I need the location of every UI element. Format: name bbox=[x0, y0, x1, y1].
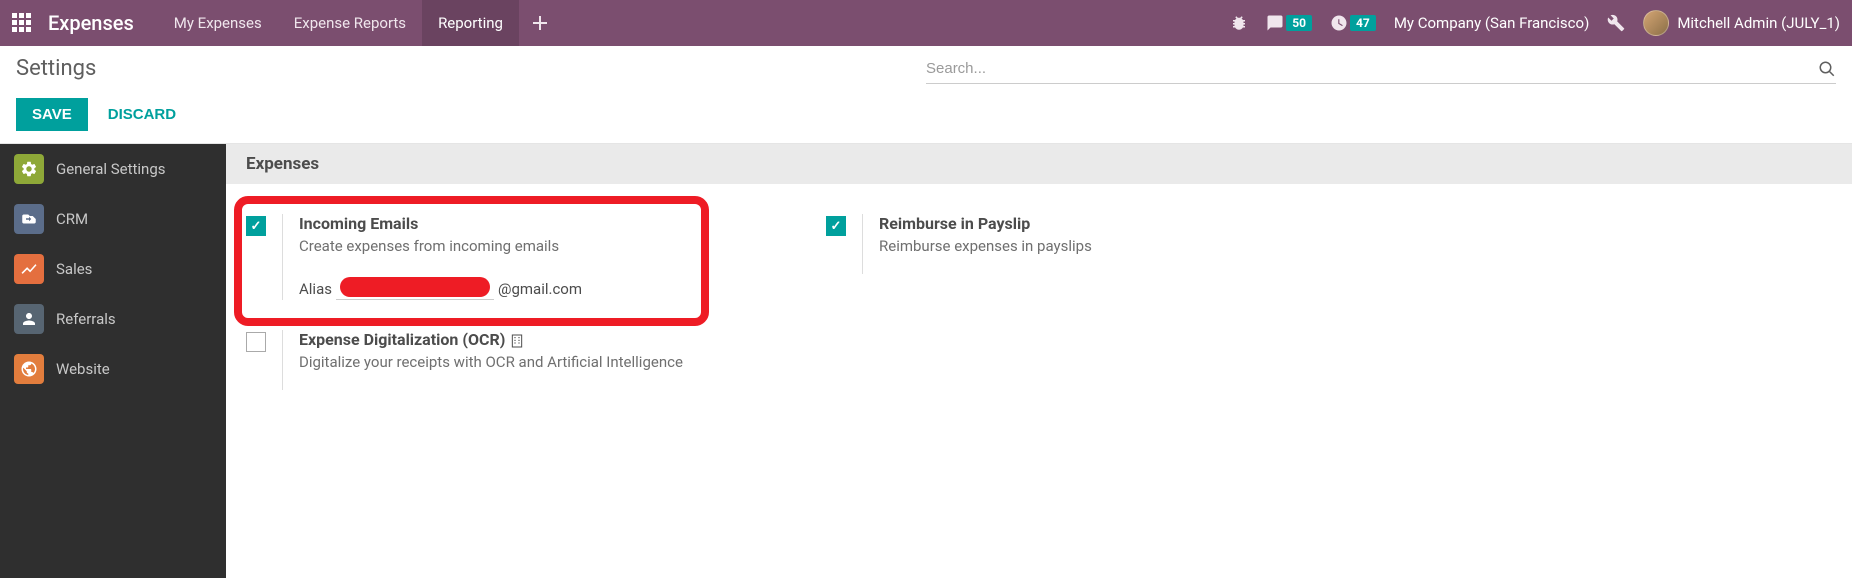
sidebar-item-label: Referrals bbox=[56, 310, 116, 328]
redacted-alias bbox=[340, 277, 490, 297]
divider bbox=[282, 214, 283, 300]
chart-icon bbox=[14, 254, 44, 284]
sidebar-item-crm[interactable]: CRM bbox=[0, 194, 226, 244]
sidebar-item-label: Website bbox=[56, 360, 110, 378]
save-button[interactable]: SAVE bbox=[16, 98, 88, 131]
navbar-right: 50 47 My Company (San Francisco) Mitchel… bbox=[1230, 10, 1840, 36]
sidebar-item-sales[interactable]: Sales bbox=[0, 244, 226, 294]
gear-icon bbox=[14, 154, 44, 184]
setting-incoming-emails: Incoming Emails Create expenses from inc… bbox=[246, 214, 766, 300]
discard-button[interactable]: DISCARD bbox=[96, 98, 188, 131]
avatar bbox=[1643, 10, 1669, 36]
apps-menu-icon[interactable] bbox=[12, 13, 32, 33]
control-panel: Settings SAVE DISCARD bbox=[0, 46, 1852, 144]
nav-item-expense-reports[interactable]: Expense Reports bbox=[278, 0, 422, 46]
setting-title: Incoming Emails bbox=[299, 214, 582, 233]
settings-grid: Incoming Emails Create expenses from inc… bbox=[226, 184, 1852, 450]
user-name: Mitchell Admin (JULY_1) bbox=[1677, 14, 1840, 32]
setting-title: Expense Digitalization (OCR) bbox=[299, 330, 683, 349]
app-brand[interactable]: Expenses bbox=[48, 11, 134, 35]
nav-menu: My Expenses Expense Reports Reporting bbox=[158, 0, 561, 46]
alias-label: Alias bbox=[299, 280, 332, 298]
nav-new-icon[interactable] bbox=[519, 16, 561, 30]
top-navbar: Expenses My Expenses Expense Reports Rep… bbox=[0, 0, 1852, 46]
setting-desc: Create expenses from incoming emails bbox=[299, 237, 582, 255]
user-menu[interactable]: Mitchell Admin (JULY_1) bbox=[1643, 10, 1840, 36]
person-icon bbox=[14, 304, 44, 334]
activities-icon[interactable]: 47 bbox=[1330, 14, 1376, 32]
sidebar-item-label: CRM bbox=[56, 210, 88, 228]
search-bar[interactable] bbox=[926, 56, 1836, 84]
alias-domain: @gmail.com bbox=[498, 280, 582, 298]
checkbox-incoming-emails[interactable] bbox=[246, 216, 266, 236]
divider bbox=[862, 214, 863, 274]
setting-ocr: Expense Digitalization (OCR) Digitalize … bbox=[246, 330, 766, 390]
sidebar-item-general-settings[interactable]: General Settings bbox=[0, 144, 226, 194]
settings-body: General Settings CRM Sales Referrals Web… bbox=[0, 144, 1852, 578]
settings-sidebar: General Settings CRM Sales Referrals Web… bbox=[0, 144, 226, 578]
settings-column-2: Reimburse in Payslip Reimburse expenses … bbox=[826, 214, 1346, 420]
search-input[interactable] bbox=[926, 56, 1818, 81]
page-title: Settings bbox=[16, 56, 96, 81]
settings-column-1: Incoming Emails Create expenses from inc… bbox=[246, 214, 766, 420]
sidebar-item-label: Sales bbox=[56, 260, 92, 278]
debug-icon[interactable] bbox=[1230, 14, 1248, 32]
tools-icon[interactable] bbox=[1607, 14, 1625, 32]
company-switcher[interactable]: My Company (San Francisco) bbox=[1394, 14, 1589, 32]
setting-title: Reimburse in Payslip bbox=[879, 214, 1092, 233]
setting-reimburse: Reimburse in Payslip Reimburse expenses … bbox=[826, 214, 1346, 274]
nav-item-reporting[interactable]: Reporting bbox=[422, 0, 519, 46]
section-header-expenses: Expenses bbox=[226, 144, 1852, 184]
enterprise-icon bbox=[509, 333, 525, 349]
setting-desc: Digitalize your receipts with OCR and Ar… bbox=[299, 353, 683, 371]
navbar-left: Expenses My Expenses Expense Reports Rep… bbox=[12, 0, 561, 46]
sidebar-item-label: General Settings bbox=[56, 160, 166, 178]
messages-icon[interactable]: 50 bbox=[1266, 14, 1312, 32]
divider bbox=[282, 330, 283, 390]
sidebar-item-website[interactable]: Website bbox=[0, 344, 226, 394]
alias-row: Alias @gmail.com bbox=[299, 277, 582, 300]
setting-desc: Reimburse expenses in payslips bbox=[879, 237, 1092, 255]
sidebar-item-referrals[interactable]: Referrals bbox=[0, 294, 226, 344]
checkbox-ocr[interactable] bbox=[246, 332, 266, 352]
nav-item-my-expenses[interactable]: My Expenses bbox=[158, 0, 278, 46]
search-icon[interactable] bbox=[1818, 60, 1836, 78]
globe-icon bbox=[14, 354, 44, 384]
messages-badge: 50 bbox=[1286, 15, 1312, 31]
checkbox-reimburse[interactable] bbox=[826, 216, 846, 236]
handshake-icon bbox=[14, 204, 44, 234]
settings-main: Expenses Incoming Emails Create expenses… bbox=[226, 144, 1852, 578]
activities-badge: 47 bbox=[1350, 15, 1376, 31]
